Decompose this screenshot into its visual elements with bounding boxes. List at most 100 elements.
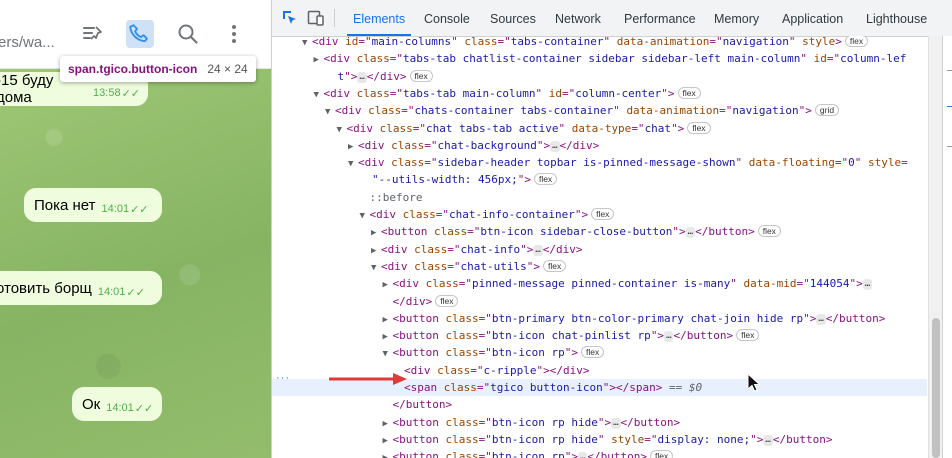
ellipsis-expand-button[interactable]: …: [611, 417, 621, 429]
node-token: =": [834, 156, 849, 170]
node-token: data-mid: [743, 277, 797, 291]
dom-node-row[interactable]: ▶ <button class="btn-icon sidebar-close-b…: [272, 223, 927, 240]
dom-node-row[interactable]: </button>: [272, 396, 927, 413]
expand-triangle-icon[interactable]: ▶: [383, 450, 393, 458]
flex-badge[interactable]: flex: [435, 294, 459, 307]
message-time: 14:01 ✓✓: [98, 286, 145, 299]
node-token: tabs-tab chatlist-container sidebar side…: [403, 52, 801, 66]
node-token: tabs-container: [510, 36, 604, 48]
message-bubble[interactable]: Ок 14:01 ✓✓: [72, 387, 162, 421]
ellipsis-expand-button[interactable]: …: [763, 434, 773, 446]
dom-node-row[interactable]: ▼ <div class="chat-utils"> flex: [272, 258, 927, 275]
dom-node-row[interactable]: ▼ <button class="btn-icon rp"> flex: [272, 344, 927, 361]
phone-icon[interactable]: [126, 20, 154, 48]
node-token: class: [445, 450, 479, 458]
message-bubble[interactable]: Пока нет 14:01 ✓✓: [24, 188, 162, 222]
search-icon[interactable]: [176, 22, 202, 48]
node-token: class: [433, 225, 468, 239]
dom-node-row[interactable]: ▼ <div class="chat tabs-tab active" data-…: [272, 120, 927, 137]
message-text: отовить борщ: [0, 279, 92, 297]
tab-network[interactable]: Network: [555, 0, 601, 36]
dom-node-row[interactable]: ▼ <div class="chat-info-container"> flex: [272, 206, 927, 223]
dom-node-row[interactable]: ▶ <div class="chat-background">… </div>: [272, 137, 927, 154]
ellipsis-expand-button[interactable]: …: [816, 313, 826, 325]
ellipsis-expand-button[interactable]: …: [357, 71, 367, 83]
dom-node-row[interactable]: "--utils-width: 456px;"> flex: [272, 171, 927, 188]
node-token: <div: [392, 277, 426, 291]
dom-node-row[interactable]: ▶ <div class="tabs-tab chatlist-container…: [272, 50, 927, 67]
ellipsis-expand-button[interactable]: …: [550, 140, 560, 152]
flex-badge[interactable]: flex: [650, 450, 674, 458]
styles-sidepanel-edge[interactable]: [942, 36, 952, 458]
dom-node-row[interactable]: t">… </div> flex: [272, 68, 927, 85]
flex-badge[interactable]: flex: [542, 259, 567, 272]
elements-tree[interactable]: ▼ <div id="main-columns" class="tabs-cont…: [272, 36, 932, 458]
tab-memory[interactable]: Memory: [714, 0, 759, 36]
tab-console[interactable]: Console: [424, 0, 470, 36]
node-token: == $0: [662, 381, 703, 394]
node-token: <div: [381, 242, 415, 256]
node-token: =": [478, 346, 492, 360]
node-actions-gutter[interactable]: ···: [276, 372, 290, 384]
dom-node-row[interactable]: ▶ <button class="btn-icon chat-pinlist rp…: [272, 327, 927, 344]
read-checkmarks-icon: ✓✓: [134, 402, 154, 415]
node-token: >: [835, 36, 842, 48]
dom-node-row[interactable]: ▶ <div class="chat-info">… </div>: [272, 241, 927, 258]
dom-node-row[interactable]: </div> flex: [272, 293, 927, 310]
dom-node-row[interactable]: ▶ <button class="btn-icon rp hide">… </but…: [272, 414, 927, 431]
node-token: ::before: [369, 190, 423, 204]
inspect-element-icon[interactable]: [281, 9, 299, 27]
node-token: c-ripple: [483, 363, 537, 377]
dom-node-row[interactable]: ▼ <div class="chats-container tabs-contai…: [272, 102, 927, 119]
node-token: =": [478, 329, 492, 343]
dom-node-row[interactable]: ▶<button class="btn-icon rp">…</button>f…: [272, 448, 927, 458]
node-token: =": [424, 156, 438, 170]
dom-node-row[interactable]: ▶ <div class="pinned-message pinned-conta…: [272, 275, 927, 292]
message-time-label: 14:01: [101, 203, 130, 215]
message-text: Ок: [82, 395, 101, 413]
dom-node-row[interactable]: ▼ <div id="main-columns" class="tabs-cont…: [272, 36, 927, 50]
flex-badge[interactable]: flex: [844, 36, 869, 47]
node-token: <button: [381, 225, 434, 239]
ellipsis-expand-button[interactable]: …: [577, 452, 588, 458]
dom-node-row[interactable]: ▼ <div class="sidebar-header topbar is-pi…: [272, 154, 927, 171]
dom-node-row[interactable]: ::before: [272, 189, 927, 206]
flex-badge[interactable]: flex: [533, 173, 558, 186]
node-token: =": [644, 432, 658, 446]
tab-application[interactable]: Application: [782, 0, 843, 36]
node-token: ">: [671, 121, 685, 135]
red-arrow-annotation: [329, 373, 407, 385]
node-token: =": [561, 86, 576, 100]
flex-badge[interactable]: flex: [736, 329, 760, 342]
node-token: ">: [536, 138, 551, 152]
tab-lighthouse[interactable]: Lighthouse: [866, 0, 927, 36]
tab-performance[interactable]: Performance: [624, 0, 696, 36]
pin-list-icon[interactable]: [80, 22, 106, 48]
flex-badge[interactable]: flex: [580, 346, 605, 359]
ellipsis-expand-button[interactable]: …: [862, 279, 873, 291]
elements-scrollbar[interactable]: [928, 36, 943, 458]
tab-sources[interactable]: Sources: [490, 0, 536, 36]
grid-badge[interactable]: grid: [814, 104, 840, 117]
flex-badge[interactable]: flex: [757, 225, 781, 238]
scrollbar-thumb[interactable]: [932, 318, 940, 458]
flex-badge[interactable]: flex: [591, 208, 615, 220]
more-vertical-icon[interactable]: [222, 22, 248, 48]
node-token: ">: [564, 346, 578, 360]
ellipsis-expand-button[interactable]: …: [533, 244, 543, 256]
node-token: ": [558, 121, 572, 135]
node-token: class: [464, 36, 498, 48]
node-token: =": [458, 277, 472, 291]
node-token: ": [735, 156, 749, 170]
flex-badge[interactable]: flex: [409, 69, 433, 82]
flex-badge[interactable]: flex: [687, 121, 711, 134]
dom-node-row[interactable]: ▶ <button class="btn-icon rp hide" style=…: [272, 431, 927, 448]
ellipsis-expand-button[interactable]: …: [685, 227, 696, 239]
node-token: =: [901, 156, 908, 170]
dom-node-row[interactable]: ▶ <button class="btn-primary btn-color-pr…: [272, 310, 927, 327]
message-bubble[interactable]: отовить борщ 14:01 ✓✓: [0, 271, 162, 305]
flex-badge[interactable]: flex: [677, 86, 701, 99]
tab-elements[interactable]: Elements: [346, 0, 412, 36]
device-toolbar-icon[interactable]: [307, 9, 325, 27]
dom-node-row[interactable]: ▼ <div class="tabs-tab main-column" id="c…: [272, 85, 927, 102]
